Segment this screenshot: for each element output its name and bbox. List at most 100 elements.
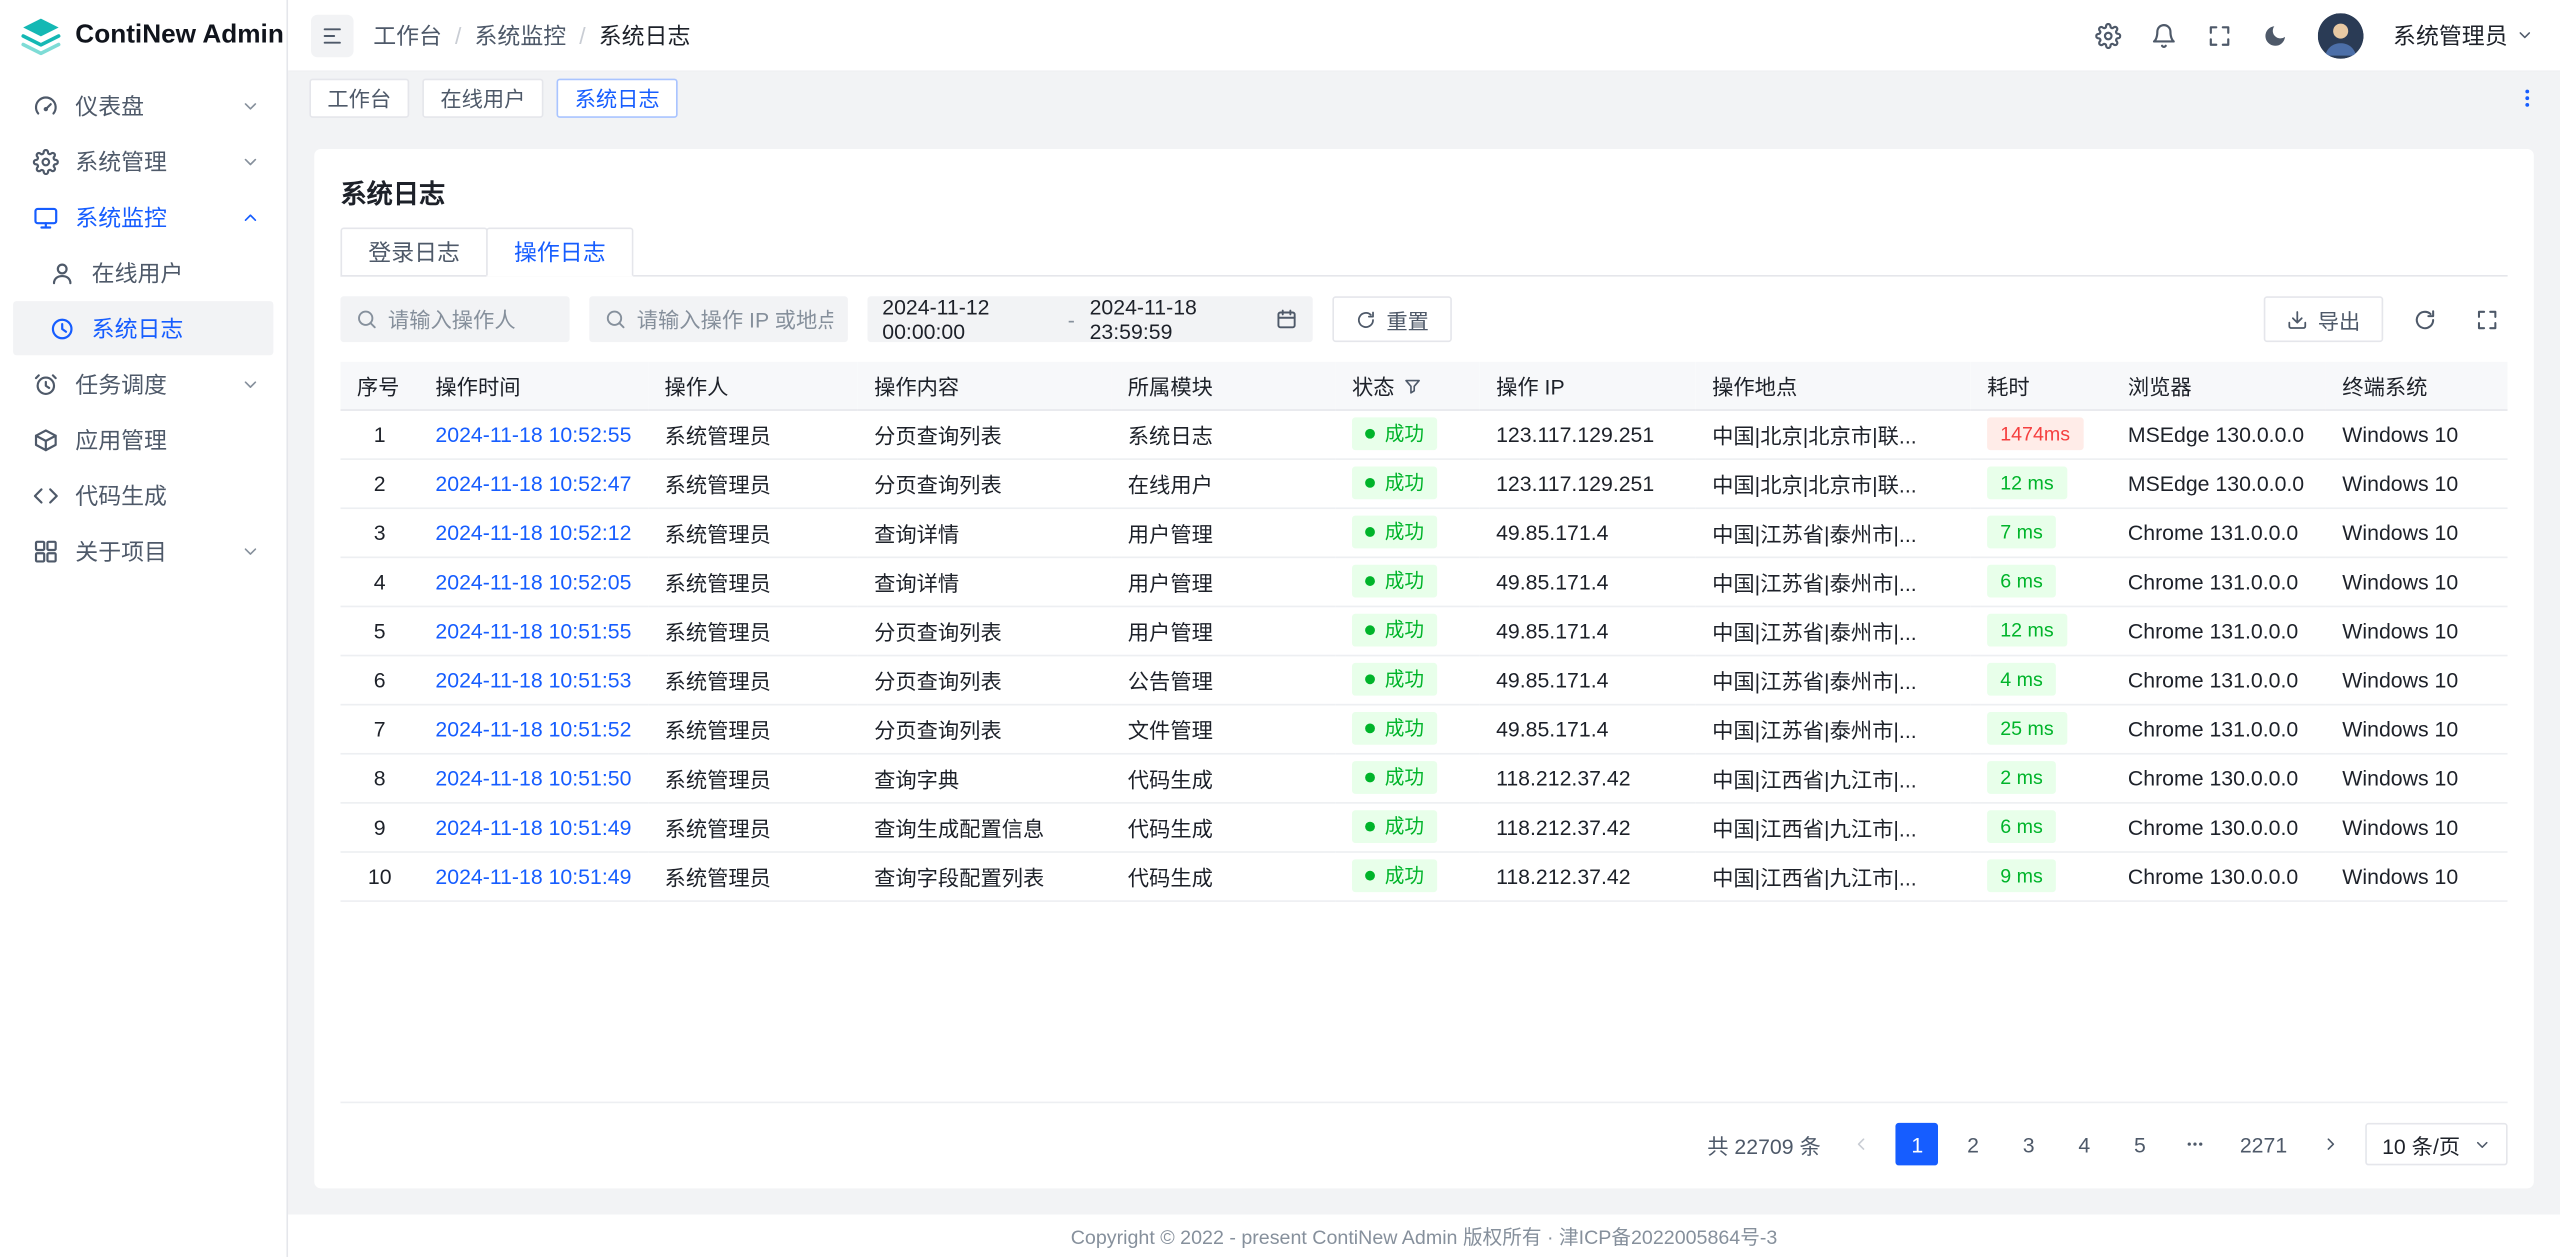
- pagination-ellipsis[interactable]: [2174, 1123, 2217, 1166]
- operation-time-link[interactable]: 2024-11-18 10:52:12: [435, 520, 631, 545]
- breadcrumb-item[interactable]: 系统监控: [475, 19, 567, 52]
- duration-badge: 9 ms: [1987, 859, 2056, 892]
- refresh-table-button[interactable]: [2403, 298, 2446, 341]
- pagination-page-1[interactable]: 1: [1896, 1123, 1939, 1166]
- table-row: 52024-11-18 10:51:55系统管理员分页查询列表用户管理成功49.…: [340, 606, 2507, 655]
- cell-module: 代码生成: [1111, 851, 1335, 900]
- cell-ip: 49.85.171.4: [1480, 704, 1696, 753]
- operation-time-link[interactable]: 2024-11-18 10:51:49: [435, 863, 631, 888]
- nav-tab-system-logs[interactable]: 系统日志: [557, 78, 678, 117]
- user-icon: [49, 259, 75, 285]
- sidebar-item-label: 代码生成: [75, 479, 260, 512]
- cell-os: Windows 10: [2326, 606, 2508, 655]
- tabs-more-button[interactable]: [2508, 78, 2547, 117]
- logo[interactable]: ContiNew Admin: [0, 0, 286, 72]
- breadcrumb: 工作台/系统监控/系统日志: [373, 19, 690, 52]
- reset-button[interactable]: 重置: [1332, 296, 1452, 342]
- cell-browser: Chrome 131.0.0.0: [2112, 606, 2326, 655]
- cell-time: 2024-11-18 10:51:55: [419, 606, 648, 655]
- date-separator: -: [1068, 307, 1075, 332]
- duration-badge: 1474ms: [1987, 417, 2083, 450]
- sidebar-item-system-logs[interactable]: 系统日志: [13, 301, 273, 355]
- reset-button-label: 重置: [1386, 304, 1429, 335]
- export-button[interactable]: 导出: [2264, 296, 2384, 342]
- cell-location: 中国|江苏省|泰州市|...: [1696, 655, 1971, 704]
- nav-tab-online-users[interactable]: 在线用户: [422, 78, 543, 117]
- settings-icon[interactable]: [2095, 22, 2121, 48]
- sidebar-item-label: 应用管理: [75, 423, 260, 456]
- cell-content: 查询生成配置信息: [858, 802, 1112, 851]
- cell-duration: 6 ms: [1971, 802, 2112, 851]
- sidebar-item-online-users[interactable]: 在线用户: [13, 246, 273, 300]
- operation-time-link[interactable]: 2024-11-18 10:52:05: [435, 569, 631, 594]
- operation-time-link[interactable]: 2024-11-18 10:52:47: [435, 471, 631, 496]
- filter-bar: 2024-11-12 00:00:00 - 2024-11-18 23:59:5…: [340, 296, 2507, 342]
- pagination-page-2271[interactable]: 2271: [2230, 1123, 2297, 1166]
- column-header-label: 操作人: [665, 374, 729, 399]
- status-badge: 成功: [1352, 859, 1437, 892]
- table-fullscreen-button[interactable]: [2465, 298, 2508, 341]
- clock-icon: [49, 315, 75, 341]
- pagination-page-4[interactable]: 4: [2063, 1123, 2106, 1166]
- nav-tab-workbench[interactable]: 工作台: [309, 78, 409, 117]
- sidebar-item-app-management[interactable]: 应用管理: [13, 412, 273, 466]
- breadcrumb-item[interactable]: 工作台: [373, 19, 442, 52]
- sidebar-item-system-management[interactable]: 系统管理: [13, 134, 273, 188]
- more-vertical-icon: [2516, 86, 2539, 109]
- cell-time: 2024-11-18 10:51:52: [419, 704, 648, 753]
- pagination-page-5[interactable]: 5: [2119, 1123, 2162, 1166]
- user-menu[interactable]: 系统管理员: [2393, 19, 2534, 52]
- sidebar-collapse-button[interactable]: [311, 14, 354, 57]
- cell-index: 3: [340, 507, 419, 556]
- cell-duration: 4 ms: [1971, 655, 2112, 704]
- pagination-page-2[interactable]: 2: [1952, 1123, 1995, 1166]
- operation-time-link[interactable]: 2024-11-18 10:51:49: [435, 814, 631, 839]
- date-start-value: 2024-11-12 00:00:00: [882, 295, 1053, 344]
- operation-time-link[interactable]: 2024-11-18 10:52:55: [435, 421, 631, 446]
- moon-icon[interactable]: [2262, 22, 2288, 48]
- column-header-time: 操作时间: [419, 362, 648, 409]
- operation-time-link[interactable]: 2024-11-18 10:51:50: [435, 765, 631, 790]
- chevron-down-icon: [2516, 26, 2534, 44]
- sidebar-item-dashboard[interactable]: 仪表盘: [13, 79, 273, 133]
- sidebar-item-system-monitor[interactable]: 系统监控: [13, 190, 273, 244]
- sidebar-item-label: 系统日志: [92, 312, 261, 345]
- operation-time-link[interactable]: 2024-11-18 10:51:55: [435, 618, 631, 643]
- pagination-page-3[interactable]: 3: [2007, 1123, 2050, 1166]
- bell-icon[interactable]: [2151, 22, 2177, 48]
- operation-time-link[interactable]: 2024-11-18 10:51:52: [435, 716, 631, 741]
- status-dot-icon: [1365, 773, 1375, 783]
- sidebar-item-code-generation[interactable]: 代码生成: [13, 468, 273, 522]
- filter-icon[interactable]: [1403, 376, 1423, 396]
- operation-time-link[interactable]: 2024-11-18 10:51:53: [435, 667, 631, 692]
- fullscreen-icon[interactable]: [2206, 22, 2232, 48]
- dashboard-icon: [33, 92, 59, 118]
- cell-location: 中国|江苏省|泰州市|...: [1696, 507, 1971, 556]
- date-range-picker[interactable]: 2024-11-12 00:00:00 - 2024-11-18 23:59:5…: [868, 296, 1313, 342]
- pagination-next-button[interactable]: [2310, 1123, 2353, 1166]
- column-header-index: 序号: [340, 362, 419, 409]
- pagination-prev-button[interactable]: [1840, 1123, 1883, 1166]
- sidebar-item-about-project[interactable]: 关于项目: [13, 524, 273, 578]
- main-column: 工作台/系统监控/系统日志 系统管理员: [288, 0, 2560, 1257]
- operator-search-input[interactable]: [388, 307, 555, 332]
- cell-duration: 2 ms: [1971, 753, 2112, 802]
- ip-search-field[interactable]: [589, 296, 848, 342]
- table-row: 42024-11-18 10:52:05系统管理员查询详情用户管理成功49.85…: [340, 557, 2507, 606]
- cell-time: 2024-11-18 10:52:05: [419, 557, 648, 606]
- log-tab-login-log[interactable]: 登录日志: [340, 228, 487, 277]
- log-tab-operation-log[interactable]: 操作日志: [486, 228, 633, 277]
- sidebar-item-label: 关于项目: [75, 534, 224, 567]
- content-area: 系统日志 登录日志操作日志 2024-11-12 00:00:00 - 20: [288, 123, 2560, 1215]
- avatar[interactable]: [2318, 12, 2364, 58]
- ip-search-input[interactable]: [637, 307, 833, 332]
- operator-search-field[interactable]: [340, 296, 569, 342]
- cell-module: 公告管理: [1111, 655, 1335, 704]
- page-size-select[interactable]: 10 条/页: [2366, 1123, 2508, 1166]
- pagination-total: 共 22709 条: [1707, 1129, 1821, 1160]
- cell-ip: 49.85.171.4: [1480, 507, 1696, 556]
- status-dot-icon: [1365, 871, 1375, 881]
- cell-os: Windows 10: [2326, 458, 2508, 507]
- chevron-right-icon: [2322, 1134, 2342, 1154]
- sidebar-item-task-schedule[interactable]: 任务调度: [13, 357, 273, 411]
